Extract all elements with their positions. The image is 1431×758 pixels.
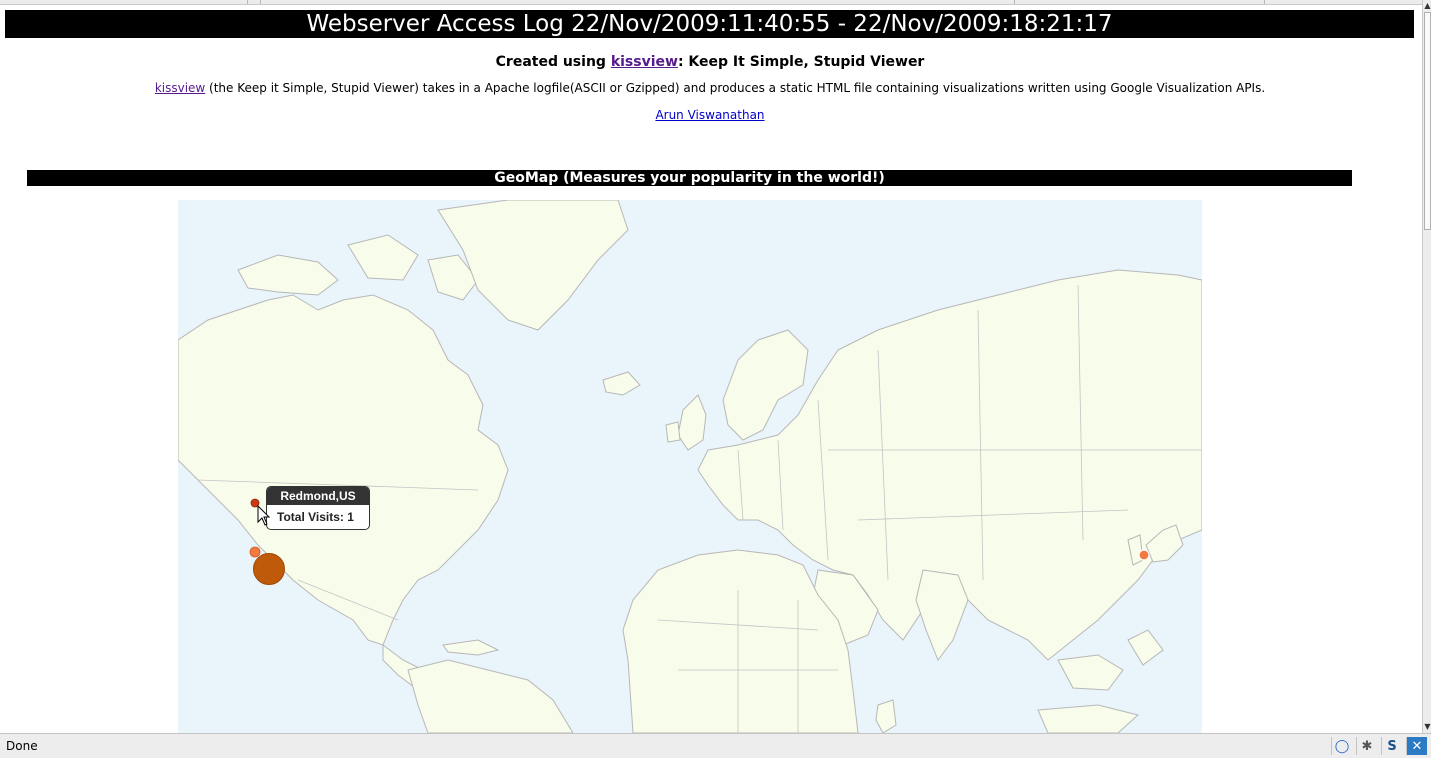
- iceland-shape: [602, 371, 641, 396]
- arctic-islands-shape: [237, 254, 339, 296]
- chat-icon[interactable]: ◯: [1331, 737, 1352, 755]
- status-bar: Done ◯ ✱ S ✕: [0, 733, 1431, 758]
- map-tooltip: Redmond,US Total Visits: 1: [266, 486, 370, 530]
- tab-separator: [1264, 0, 1265, 4]
- created-suffix: : Keep It Simple, Stupid Viewer: [677, 54, 925, 70]
- created-using-line: Created using kissview: Keep It Simple, …: [0, 52, 1420, 72]
- arctic-islands-shape: [347, 234, 419, 281]
- tab-separator: [247, 0, 248, 4]
- madagascar-shape: [875, 699, 897, 733]
- indonesia-shape: [1037, 704, 1140, 733]
- uk-shape: [677, 394, 707, 451]
- s-badge-icon[interactable]: S: [1381, 737, 1402, 755]
- author-line: Arun Viswanathan: [0, 107, 1420, 124]
- tab-separator: [260, 0, 261, 4]
- south-america-shape: [407, 659, 574, 733]
- north-america-shape: [178, 294, 509, 646]
- visit-marker-large: [253, 553, 285, 585]
- scroll-down-icon[interactable]: ▼: [1423, 721, 1431, 733]
- india-shape: [915, 569, 969, 662]
- visit-marker-small: [249, 546, 261, 558]
- se-asia-shape: [1057, 654, 1124, 691]
- page-title: Webserver Access Log 22/Nov/2009:11:40:5…: [5, 10, 1414, 38]
- vertical-scrollbar[interactable]: ▲ ▼: [1422, 0, 1431, 733]
- land-masses: [178, 200, 1202, 733]
- se-asia-shape: [1127, 629, 1164, 666]
- tooltip-body: Total Visits: 1: [277, 510, 354, 524]
- browser-tab-strip: [0, 0, 1422, 5]
- mouse-pointer-icon: [257, 505, 271, 526]
- ireland-shape: [665, 421, 681, 443]
- visit-marker-japan: [1138, 549, 1150, 561]
- scrollbar-thumb[interactable]: [1424, 12, 1431, 230]
- x-extension-icon[interactable]: ✕: [1406, 737, 1427, 755]
- geomap[interactable]: [178, 200, 1202, 733]
- status-icons: ◯ ✱ S ✕: [1331, 737, 1427, 755]
- caribbean-shape: [442, 639, 500, 656]
- kissview-desc-link[interactable]: kissview: [155, 81, 205, 95]
- bug-icon[interactable]: ✱: [1356, 737, 1377, 755]
- description-text: (the Keep it Simple, Stupid Viewer) take…: [205, 81, 1266, 95]
- geomap-section-title: GeoMap (Measures your popularity in the …: [27, 170, 1352, 186]
- description-line: kissview (the Keep it Simple, Stupid Vie…: [0, 80, 1420, 97]
- tab-separator: [1014, 0, 1015, 4]
- created-prefix: Created using: [495, 54, 611, 70]
- status-text: Done: [6, 739, 38, 753]
- kissview-link[interactable]: kissview: [611, 54, 678, 70]
- tooltip-title: Redmond,US: [267, 487, 369, 505]
- world-map-svg: [178, 200, 1202, 733]
- author-link[interactable]: Arun Viswanathan: [655, 108, 764, 122]
- scroll-up-icon[interactable]: ▲: [1423, 0, 1431, 12]
